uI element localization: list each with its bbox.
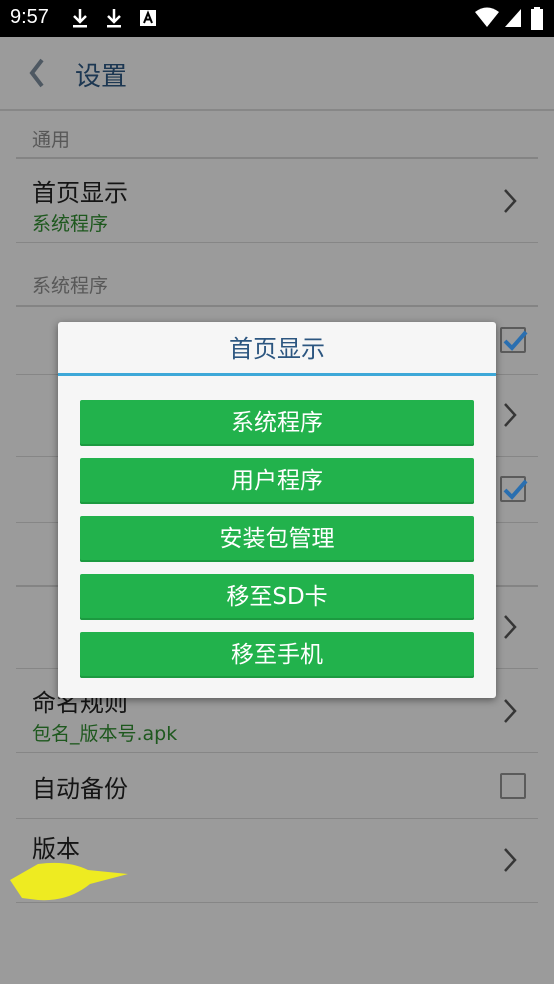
option-package-manager[interactable]: 安装包管理 <box>80 516 474 562</box>
option-system-apps[interactable]: 系统程序 <box>80 400 474 446</box>
option-move-to-phone[interactable]: 移至手机 <box>80 632 474 678</box>
home-display-dialog: 首页显示 系统程序 用户程序 安装包管理 移至SD卡 移至手机 <box>58 322 496 698</box>
check-icon <box>503 479 528 500</box>
dialog-title: 首页显示 <box>58 322 496 376</box>
signal-icon <box>505 9 521 27</box>
option-user-apps[interactable]: 用户程序 <box>80 458 474 504</box>
download-icon <box>73 9 87 28</box>
wifi-icon <box>475 7 499 27</box>
font-icon <box>140 10 156 26</box>
option-move-to-sd[interactable]: 移至SD卡 <box>80 574 474 620</box>
check-icon <box>503 330 528 351</box>
battery-icon <box>531 7 543 30</box>
download-icon <box>107 9 121 28</box>
touch-highlight <box>10 862 128 901</box>
status-time: 9:57 <box>10 6 49 28</box>
status-bar: 9:57 <box>0 0 554 37</box>
